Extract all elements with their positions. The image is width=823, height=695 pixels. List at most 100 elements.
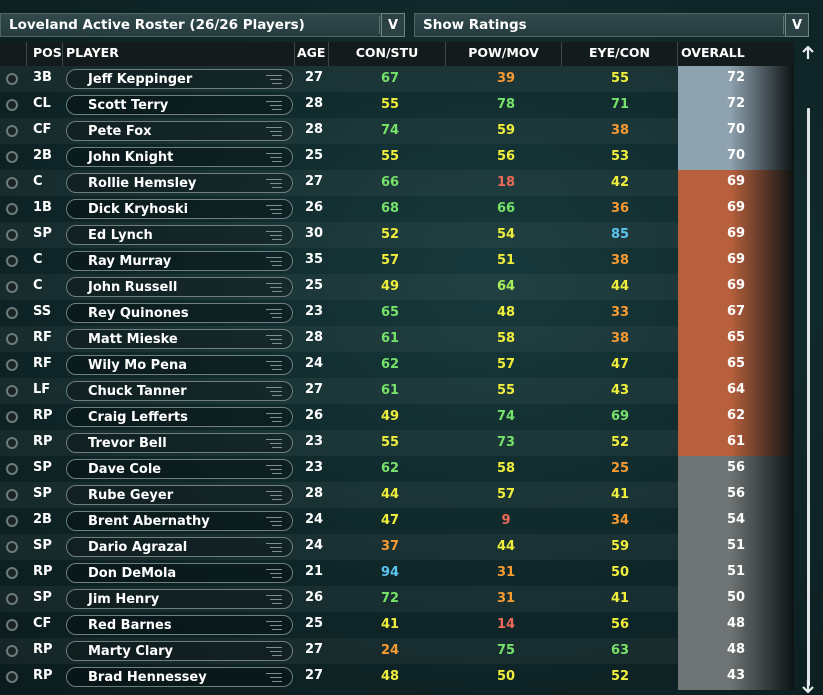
- list-menu-icon[interactable]: [266, 309, 282, 318]
- scrollbar-track[interactable]: [807, 108, 810, 686]
- roster-dropdown[interactable]: Loveland Active Roster (26/26 Players) V: [0, 13, 405, 37]
- row-select-radio[interactable]: [6, 385, 18, 397]
- list-menu-icon[interactable]: [266, 621, 282, 630]
- row-select-radio[interactable]: [6, 411, 18, 423]
- row-select-radio[interactable]: [6, 73, 18, 85]
- player-name-button[interactable]: Brad Hennessey: [66, 667, 293, 687]
- list-menu-icon[interactable]: [266, 465, 282, 474]
- player-name-button[interactable]: Dario Agrazal: [66, 537, 293, 557]
- row-select-radio[interactable]: [6, 489, 18, 501]
- player-name-button[interactable]: Ray Murray: [66, 251, 293, 271]
- header-con-stu[interactable]: CON/STU: [329, 42, 446, 66]
- row-select-radio[interactable]: [6, 203, 18, 215]
- table-row[interactable]: C Rollie Hemsley 27 66 18 42 69: [0, 170, 794, 196]
- table-row[interactable]: RP Don DeMola 21 94 31 50 51: [0, 560, 794, 586]
- row-select-radio[interactable]: [6, 463, 18, 475]
- list-menu-icon[interactable]: [266, 335, 282, 344]
- player-name-button[interactable]: Dave Cole: [66, 459, 293, 479]
- list-menu-icon[interactable]: [266, 75, 282, 84]
- row-select-radio[interactable]: [6, 619, 18, 631]
- table-row[interactable]: C John Russell 25 49 64 44 69: [0, 274, 794, 300]
- row-select-radio[interactable]: [6, 307, 18, 319]
- list-menu-icon[interactable]: [266, 413, 282, 422]
- header-pos[interactable]: POS: [27, 42, 63, 66]
- table-row[interactable]: SP Dave Cole 23 62 58 25 56: [0, 456, 794, 482]
- list-menu-icon[interactable]: [266, 517, 282, 526]
- list-menu-icon[interactable]: [266, 205, 282, 214]
- view-dropdown[interactable]: Show Ratings V: [414, 13, 809, 37]
- player-name-button[interactable]: Rollie Hemsley: [66, 173, 293, 193]
- table-row[interactable]: 3B Jeff Keppinger 27 67 39 55 72: [0, 66, 794, 92]
- table-row[interactable]: 1B Dick Kryhoski 26 68 66 36 69: [0, 196, 794, 222]
- player-name-button[interactable]: Wily Mo Pena: [66, 355, 293, 375]
- list-menu-icon[interactable]: [266, 387, 282, 396]
- scroll-up-icon[interactable]: [800, 46, 816, 60]
- player-name-button[interactable]: Scott Terry: [66, 95, 293, 115]
- table-row[interactable]: SP Jim Henry 26 72 31 41 50: [0, 586, 794, 612]
- row-select-radio[interactable]: [6, 541, 18, 553]
- header-pow-mov[interactable]: POW/MOV: [446, 42, 562, 66]
- table-row[interactable]: CF Pete Fox 28 74 59 38 70: [0, 118, 794, 144]
- table-row[interactable]: LF Chuck Tanner 27 61 55 43 64: [0, 378, 794, 404]
- table-row[interactable]: RF Wily Mo Pena 24 62 57 47 65: [0, 352, 794, 378]
- player-name-button[interactable]: John Knight: [66, 147, 293, 167]
- table-row[interactable]: RP Trevor Bell 23 55 73 52 61: [0, 430, 794, 456]
- scroll-down-icon[interactable]: [800, 679, 816, 693]
- player-name-button[interactable]: Ed Lynch: [66, 225, 293, 245]
- header-overall[interactable]: OVERALL: [678, 42, 794, 66]
- player-name-button[interactable]: Rey Quinones: [66, 303, 293, 323]
- list-menu-icon[interactable]: [266, 673, 282, 682]
- chevron-down-icon[interactable]: V: [381, 13, 405, 37]
- row-select-radio[interactable]: [6, 567, 18, 579]
- player-name-button[interactable]: Jim Henry: [66, 589, 293, 609]
- player-name-button[interactable]: Red Barnes: [66, 615, 293, 635]
- table-row[interactable]: RF Matt Mieske 28 61 58 38 65: [0, 326, 794, 352]
- table-row[interactable]: RP Craig Lefferts 26 49 74 69 62: [0, 404, 794, 430]
- row-select-radio[interactable]: [6, 671, 18, 683]
- table-row[interactable]: SS Rey Quinones 23 65 48 33 67: [0, 300, 794, 326]
- row-select-radio[interactable]: [6, 125, 18, 137]
- list-menu-icon[interactable]: [266, 439, 282, 448]
- header-eye-con[interactable]: EYE/CON: [562, 42, 678, 66]
- table-row[interactable]: CL Scott Terry 28 55 78 71 72: [0, 92, 794, 118]
- player-name-button[interactable]: Chuck Tanner: [66, 381, 293, 401]
- table-row[interactable]: CF Red Barnes 25 41 14 56 48: [0, 612, 794, 638]
- list-menu-icon[interactable]: [266, 127, 282, 136]
- row-select-radio[interactable]: [6, 281, 18, 293]
- player-name-button[interactable]: Don DeMola: [66, 563, 293, 583]
- table-row[interactable]: SP Rube Geyer 28 44 57 41 56: [0, 482, 794, 508]
- player-name-button[interactable]: Marty Clary: [66, 641, 293, 661]
- table-row[interactable]: SP Ed Lynch 30 52 54 85 69: [0, 222, 794, 248]
- list-menu-icon[interactable]: [266, 361, 282, 370]
- player-name-button[interactable]: Jeff Keppinger: [66, 69, 293, 89]
- row-select-radio[interactable]: [6, 255, 18, 267]
- scrollbar[interactable]: [794, 42, 823, 695]
- chevron-down-icon[interactable]: V: [785, 13, 809, 37]
- player-name-button[interactable]: Rube Geyer: [66, 485, 293, 505]
- list-menu-icon[interactable]: [266, 153, 282, 162]
- list-menu-icon[interactable]: [266, 647, 282, 656]
- header-player[interactable]: PLAYER: [63, 42, 295, 66]
- list-menu-icon[interactable]: [266, 491, 282, 500]
- player-name-button[interactable]: Pete Fox: [66, 121, 293, 141]
- row-select-radio[interactable]: [6, 177, 18, 189]
- player-name-button[interactable]: Matt Mieske: [66, 329, 293, 349]
- table-row[interactable]: C Ray Murray 35 57 51 38 69: [0, 248, 794, 274]
- list-menu-icon[interactable]: [266, 179, 282, 188]
- row-select-radio[interactable]: [6, 333, 18, 345]
- table-row[interactable]: RP Brad Hennessey 27 48 50 52 43: [0, 664, 794, 690]
- list-menu-icon[interactable]: [266, 101, 282, 110]
- row-select-radio[interactable]: [6, 515, 18, 527]
- player-name-button[interactable]: Brent Abernathy: [66, 511, 293, 531]
- row-select-radio[interactable]: [6, 151, 18, 163]
- list-menu-icon[interactable]: [266, 569, 282, 578]
- table-row[interactable]: SP Dario Agrazal 24 37 44 59 51: [0, 534, 794, 560]
- header-age[interactable]: AGE: [295, 42, 329, 66]
- row-select-radio[interactable]: [6, 593, 18, 605]
- player-name-button[interactable]: Craig Lefferts: [66, 407, 293, 427]
- table-row[interactable]: 2B Brent Abernathy 24 47 9 34 54: [0, 508, 794, 534]
- list-menu-icon[interactable]: [266, 595, 282, 604]
- list-menu-icon[interactable]: [266, 283, 282, 292]
- table-row[interactable]: RP Marty Clary 27 24 75 63 48: [0, 638, 794, 664]
- list-menu-icon[interactable]: [266, 543, 282, 552]
